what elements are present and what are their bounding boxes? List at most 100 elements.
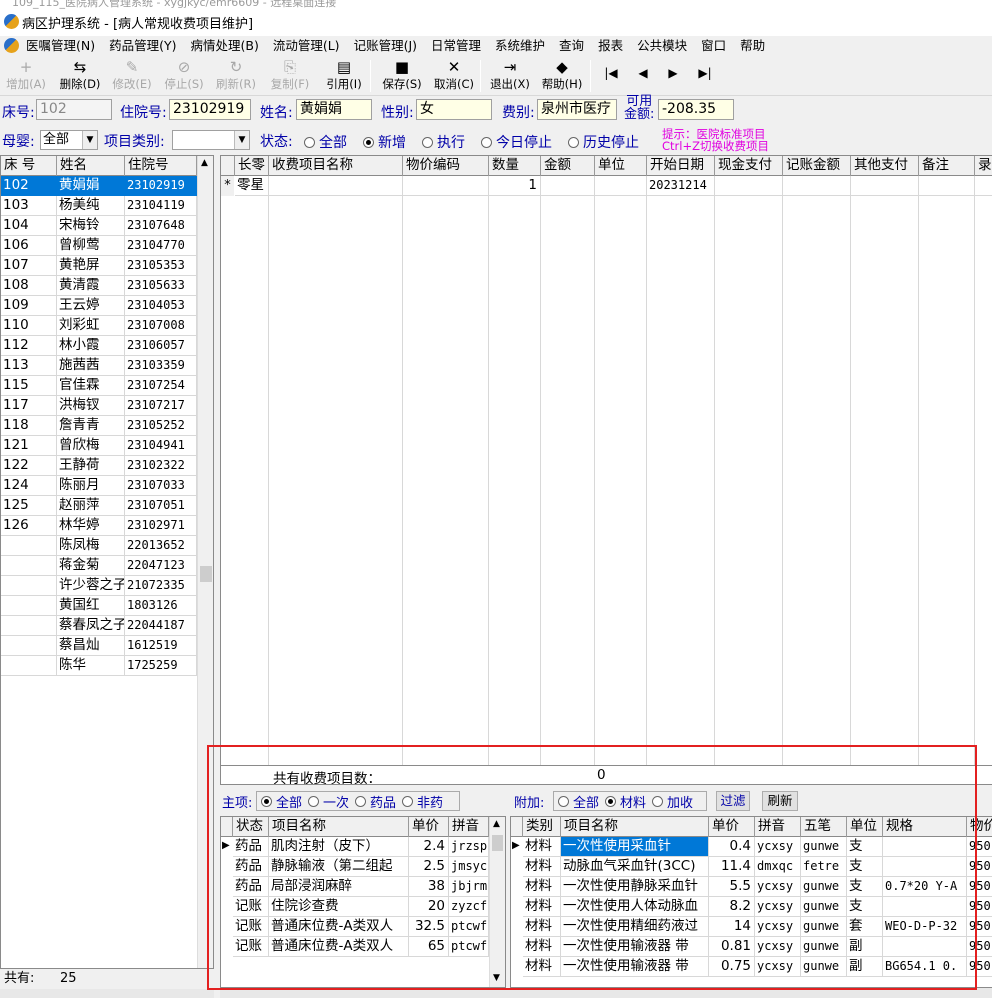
table-row[interactable]: 黄国红 1803126 [1, 596, 197, 616]
table-row[interactable]: 112 林小霞 23106057 [1, 336, 197, 356]
table-row[interactable]: 106 曾柳莺 23104770 [1, 236, 197, 256]
radio-option[interactable]: 全部 [304, 132, 347, 152]
table-row[interactable]: 125 赵丽萍 23107051 [1, 496, 197, 516]
gender-field[interactable]: 女 [416, 99, 492, 120]
radio-option[interactable]: 一次 [308, 792, 349, 811]
table-row[interactable]: 蔡昌灿 1612519 [1, 636, 197, 656]
table-row[interactable]: 蒋金菊 22047123 [1, 556, 197, 576]
table-row[interactable]: 药品 肌肉注射（皮下） 2.4 jrzsp [221, 837, 489, 857]
table-row[interactable]: 124 陈丽月 23107033 [1, 476, 197, 496]
radio-option[interactable]: 今日停止 [481, 132, 552, 152]
column-header[interactable]: 拼音 [449, 817, 489, 837]
radio-option[interactable]: 全部 [558, 792, 599, 811]
table-row[interactable]: 材料 一次性使用采血针 0.4 ycxsy gunwe 支 950 [511, 837, 992, 857]
radio-icon[interactable] [605, 795, 617, 807]
column-header[interactable]: 物价 [967, 817, 992, 837]
menu-item[interactable]: 帮助 [740, 37, 765, 54]
radio-icon[interactable] [558, 795, 569, 807]
scroll-up-icon[interactable]: ▲ [201, 158, 208, 168]
menu-item[interactable]: 系统维护 [495, 37, 545, 54]
column-header[interactable]: 单位 [847, 817, 883, 837]
menu-item[interactable]: 报表 [598, 37, 623, 54]
column-header[interactable]: 开始日期 [647, 156, 715, 176]
toolbar-button[interactable]: ✕ 取消(C) [430, 58, 478, 94]
column-header[interactable]: 其他支付 [851, 156, 919, 176]
patient-hscrollbar[interactable] [0, 989, 214, 998]
table-row[interactable]: 药品 静脉输液（第二组起 2.5 jmsyc [221, 857, 489, 877]
column-header[interactable]: 项目名称 [269, 817, 409, 837]
radio-option[interactable]: 执行 [422, 132, 465, 152]
nav-button[interactable]: |◀ [600, 66, 622, 80]
menu-item[interactable]: 日常管理 [431, 37, 481, 54]
table-row[interactable]: 材料 动脉血气采血针(3CC) 11.4 dmxqc fetre 支 950 [511, 857, 992, 877]
column-header[interactable]: 住院号 [125, 156, 197, 176]
scroll-down-icon[interactable]: ▼ [493, 973, 500, 983]
menu-item[interactable]: 查询 [559, 37, 584, 54]
table-row[interactable]: 115 官佳霖 23107254 [1, 376, 197, 396]
menu-item[interactable]: 药品管理(Y) [109, 37, 176, 54]
toolbar-button[interactable]: ⇆ 删除(D) [56, 58, 104, 94]
radio-option[interactable]: 材料 [605, 792, 646, 811]
scroll-thumb[interactable] [492, 835, 503, 851]
column-header[interactable]: 项目名称 [561, 817, 709, 837]
column-header[interactable]: 物价编码 [403, 156, 489, 176]
nav-button[interactable]: ▶ [662, 66, 684, 80]
table-row[interactable]: 122 王静荷 23102322 [1, 456, 197, 476]
table-row[interactable]: 材料 一次性使用输液器 带 0.81 ycxsy gunwe 副 950 [511, 937, 992, 957]
column-header[interactable]: 金额 [541, 156, 595, 176]
toolbar-button[interactable]: ▤ 引用(I) [320, 58, 368, 94]
table-row[interactable]: 126 林华婷 23102971 [1, 516, 197, 536]
table-row[interactable]: 陈华 1725259 [1, 656, 197, 676]
bottom-hscrollbar[interactable] [220, 988, 992, 998]
radio-icon[interactable] [568, 136, 579, 148]
column-header[interactable]: 单价 [709, 817, 755, 837]
table-row[interactable]: 118 詹青青 23105252 [1, 416, 197, 436]
table-row[interactable]: 材料 一次性使用人体动脉血 8.2 ycxsy gunwe 支 950 [511, 897, 992, 917]
filter-button[interactable]: 过滤 [716, 791, 750, 811]
toolbar-button[interactable]: ◆ 帮助(H) [538, 58, 586, 94]
table-row[interactable]: 103 杨美纯 23104119 [1, 196, 197, 216]
column-header[interactable]: 备注 [919, 156, 975, 176]
radio-icon[interactable] [481, 136, 492, 148]
table-row[interactable]: 材料 一次性使用静脉采血针 5.5 ycxsy gunwe 支 0.7*20 Y-A 950 [511, 877, 992, 897]
toolbar-button[interactable]: ■ 保存(S) [378, 58, 426, 94]
column-header[interactable]: 五笔 [801, 817, 847, 837]
toolbar-button[interactable]: ⊘ 停止(S) [160, 58, 208, 94]
column-header[interactable]: 数量 [489, 156, 541, 176]
column-header[interactable]: 记账金额 [783, 156, 851, 176]
table-row[interactable]: 蔡春凤之子 22044187 [1, 616, 197, 636]
column-header[interactable]: 姓名 [57, 156, 125, 176]
main-scrollbar[interactable]: ▲ ▼ [489, 817, 505, 987]
menu-item[interactable]: 医嘱管理(N) [26, 37, 95, 54]
category-select[interactable]: ▼ [172, 130, 250, 150]
table-row[interactable]: 121 曾欣梅 23104941 [1, 436, 197, 456]
column-header[interactable]: 单位 [595, 156, 647, 176]
table-row[interactable]: 陈凤梅 22013652 [1, 536, 197, 556]
patient-scrollbar[interactable]: ▲ [197, 156, 213, 968]
radio-icon[interactable] [652, 795, 664, 807]
radio-option[interactable]: 新增 [363, 132, 406, 152]
toolbar-button[interactable]: ⎘ 复制(F) [266, 58, 314, 94]
column-header[interactable]: 现金支付 [715, 156, 783, 176]
table-row[interactable]: 记账 住院诊查费 20 zyzcf [221, 897, 489, 917]
bed-field[interactable]: 102 [36, 99, 112, 120]
menu-item[interactable]: 流动管理(L) [273, 37, 340, 54]
radio-option[interactable]: 加收 [652, 792, 693, 811]
nav-button[interactable]: ◀ [632, 66, 654, 80]
chevron-down-icon[interactable]: ▼ [82, 131, 97, 149]
radio-icon[interactable] [261, 795, 272, 807]
scroll-up-icon[interactable]: ▲ [493, 819, 500, 829]
table-row[interactable]: 113 施茜茜 23103359 [1, 356, 197, 376]
menu-item[interactable]: 窗口 [701, 37, 726, 54]
chevron-down-icon[interactable]: ▼ [234, 131, 249, 149]
table-row[interactable]: 记账 普通床位费-A类双人 65 ptcwf [221, 937, 489, 957]
table-row[interactable]: 记账 普通床位费-A类双人 32.5 ptcwf [221, 917, 489, 937]
table-row[interactable]: 102 黄娟娟 23102919 [1, 176, 197, 196]
column-header[interactable]: 长零 [235, 156, 269, 176]
column-header[interactable]: 收费项目名称 [269, 156, 403, 176]
column-header[interactable]: 床 号 [1, 156, 57, 176]
menu-item[interactable]: 病情处理(B) [191, 37, 259, 54]
radio-icon[interactable] [402, 795, 414, 807]
mother-select[interactable]: 全部 ▼ [40, 130, 98, 150]
radio-icon[interactable] [304, 136, 315, 148]
